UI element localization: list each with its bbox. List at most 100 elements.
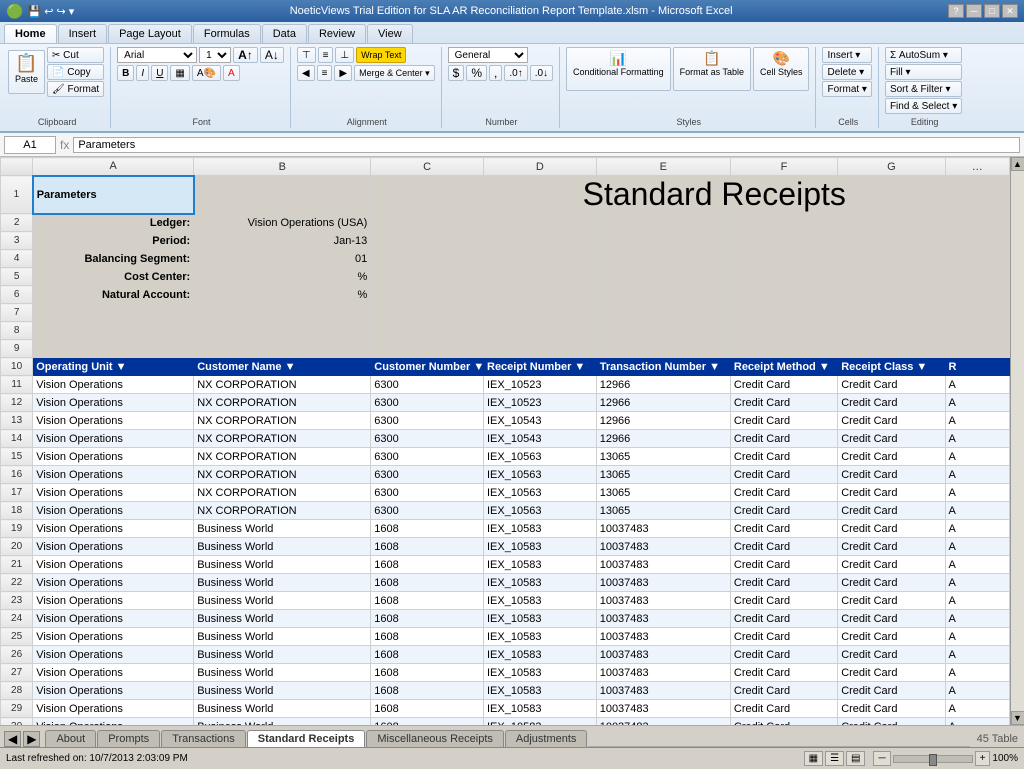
col-header-f[interactable]: F	[730, 158, 837, 176]
col-header-customer-name[interactable]: Customer Name ▼	[194, 358, 371, 376]
row-num[interactable]: 1	[1, 176, 33, 214]
sheet-tab-standard-receipts[interactable]: Standard Receipts	[247, 730, 366, 747]
row-num[interactable]: 8	[1, 322, 33, 340]
tab-nav-left[interactable]: ◀	[4, 731, 21, 747]
increase-font-btn[interactable]: A↑	[233, 47, 258, 63]
row-num[interactable]: 5	[1, 268, 33, 286]
align-left-btn[interactable]: ◀	[297, 65, 315, 81]
format-cells-btn[interactable]: Format ▾	[822, 81, 871, 97]
vertical-scrollbar[interactable]: ▲ ▼	[1010, 157, 1024, 725]
font-size-select[interactable]: 10	[199, 47, 231, 63]
find-select-btn[interactable]: Find & Select ▾	[885, 98, 962, 114]
cell-a4[interactable]: Balancing Segment:	[33, 250, 194, 268]
insert-cells-btn[interactable]: Insert ▾	[822, 47, 871, 63]
close-btn[interactable]: ✕	[1002, 4, 1018, 18]
cell-a5[interactable]: Cost Center:	[33, 268, 194, 286]
increase-decimal-btn[interactable]: .0↑	[504, 65, 527, 81]
cell-a1[interactable]: Parameters	[33, 176, 194, 214]
wrap-text-btn[interactable]: Wrap Text	[356, 47, 406, 63]
cell-a3[interactable]: Period:	[33, 232, 194, 250]
cell-b5[interactable]: %	[194, 268, 371, 286]
cell-b6[interactable]: %	[194, 286, 371, 304]
sheet-tab-prompts[interactable]: Prompts	[97, 730, 160, 747]
col-header-receipt-class[interactable]: Receipt Class ▼	[838, 358, 945, 376]
row-num[interactable]: 6	[1, 286, 33, 304]
col-header-h[interactable]: …	[945, 158, 1009, 176]
percent-btn[interactable]: %	[466, 65, 487, 81]
cell-d1-big[interactable]: Standard Receipts	[484, 176, 946, 214]
col-header-e[interactable]: E	[596, 158, 730, 176]
format-painter-button[interactable]: 🖌 Format	[47, 81, 104, 97]
font-name-select[interactable]: Arial	[117, 47, 197, 63]
merge-center-btn[interactable]: Merge & Center ▾	[354, 65, 435, 81]
cell-b1[interactable]	[194, 176, 371, 214]
col-header-receipt-number[interactable]: Receipt Number ▼	[484, 358, 597, 376]
help-btn[interactable]: ?	[948, 4, 964, 18]
cell-b2[interactable]: Vision Operations (USA)	[194, 214, 371, 232]
page-break-view-btn[interactable]: ▤	[846, 751, 865, 766]
col-header-customer-number[interactable]: Customer Number ▼	[371, 358, 484, 376]
align-right-btn[interactable]: ▶	[334, 65, 352, 81]
tab-home[interactable]: Home	[4, 24, 57, 43]
row-num[interactable]: 2	[1, 214, 33, 232]
align-bottom-btn[interactable]: ⊥	[335, 47, 354, 63]
sheet-tab-about[interactable]: About	[45, 730, 96, 747]
col-header-c[interactable]: C	[371, 158, 484, 176]
number-format-select[interactable]: General	[448, 47, 528, 63]
tab-review[interactable]: Review	[308, 24, 366, 43]
fill-btn[interactable]: Fill ▾	[885, 64, 962, 80]
tab-nav-right[interactable]: ▶	[23, 731, 40, 747]
decrease-font-btn[interactable]: A↓	[260, 47, 284, 63]
grid-area[interactable]: A B C D E F G …	[0, 157, 1010, 725]
bold-button[interactable]: B	[117, 65, 134, 81]
sheet-tab-misc-receipts[interactable]: Miscellaneous Receipts	[366, 730, 504, 747]
tab-page-layout[interactable]: Page Layout	[108, 24, 192, 43]
tab-insert[interactable]: Insert	[58, 24, 108, 43]
zoom-slider[interactable]	[893, 755, 973, 763]
decrease-decimal-btn[interactable]: .0↓	[530, 65, 553, 81]
conditional-formatting-btn[interactable]: 📊 Conditional Formatting	[566, 47, 671, 91]
align-top-btn[interactable]: ⊤	[297, 47, 316, 63]
col-header-receipt-method[interactable]: Receipt Method ▼	[730, 358, 837, 376]
col-header-d[interactable]: D	[484, 158, 597, 176]
font-color-button[interactable]: A	[223, 65, 240, 81]
tab-data[interactable]: Data	[262, 24, 307, 43]
page-layout-view-btn[interactable]: ☰	[825, 751, 844, 766]
col-header-operating-unit[interactable]: Operating Unit ▼	[33, 358, 194, 376]
cut-button[interactable]: ✂ Cut	[47, 47, 104, 63]
row-num[interactable]: 7	[1, 304, 33, 322]
row-num[interactable]: 10	[1, 358, 33, 376]
comma-btn[interactable]: ,	[489, 65, 502, 81]
sheet-tab-transactions[interactable]: Transactions	[161, 730, 246, 747]
align-middle-btn[interactable]: ≡	[318, 47, 334, 63]
cell-a6[interactable]: Natural Account:	[33, 286, 194, 304]
autosum-btn[interactable]: Σ AutoSum ▾	[885, 47, 962, 63]
normal-view-btn[interactable]: ▦	[804, 751, 823, 766]
zoom-out-btn[interactable]: ─	[873, 751, 890, 766]
cell-h1[interactable]	[945, 176, 1009, 214]
col-header-b[interactable]: B	[194, 158, 371, 176]
sheet-tab-adjustments[interactable]: Adjustments	[505, 730, 588, 747]
format-as-table-btn[interactable]: 📋 Format as Table	[673, 47, 751, 91]
cell-b3[interactable]: Jan-13	[194, 232, 371, 250]
corner-cell[interactable]	[1, 158, 33, 176]
tab-formulas[interactable]: Formulas	[193, 24, 261, 43]
cell-c1[interactable]	[371, 176, 484, 214]
formula-input[interactable]	[73, 137, 1020, 153]
cell-styles-btn[interactable]: 🎨 Cell Styles	[753, 47, 810, 91]
sort-filter-btn[interactable]: Sort & Filter ▾	[885, 81, 962, 97]
row-num[interactable]: 4	[1, 250, 33, 268]
minimize-btn[interactable]: ─	[966, 4, 982, 18]
row-num[interactable]: 9	[1, 340, 33, 358]
col-header-g[interactable]: G	[838, 158, 945, 176]
paste-button[interactable]: 📋 Paste	[8, 50, 45, 94]
maximize-btn[interactable]: □	[984, 4, 1000, 18]
italic-button[interactable]: I	[136, 65, 149, 81]
col-header-r[interactable]: R	[945, 358, 1009, 376]
underline-button[interactable]: U	[151, 65, 168, 81]
align-center-btn[interactable]: ≡	[317, 65, 333, 81]
cell-reference-box[interactable]: A1	[4, 136, 56, 154]
row-num[interactable]: 3	[1, 232, 33, 250]
fill-color-button[interactable]: A🎨	[192, 65, 221, 81]
col-header-a[interactable]: A	[33, 158, 194, 176]
